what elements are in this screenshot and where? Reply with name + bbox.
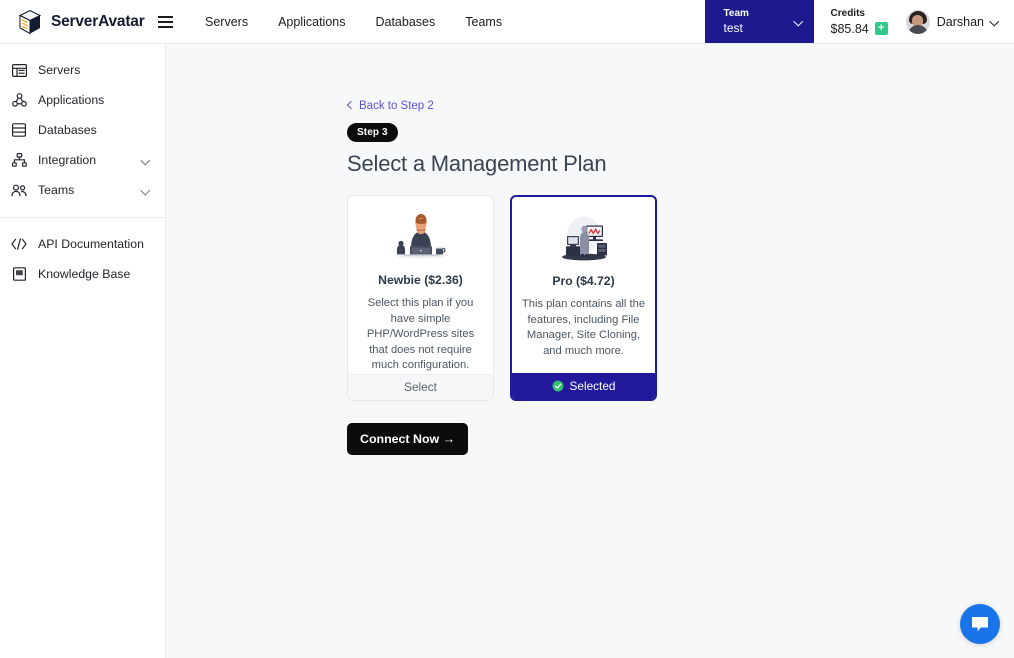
- sidebar-item-label: Databases: [38, 123, 97, 137]
- nav-item-teams[interactable]: Teams: [450, 0, 517, 44]
- app-root: ServerAvatar Servers Applications Databa…: [0, 0, 1014, 658]
- body-wrap: Servers Applications Databases Integrati…: [0, 44, 1014, 658]
- plan-description: This plan contains all the features, inc…: [521, 298, 646, 357]
- plan-cards: Newbie ($2.36) Select this plan if you h…: [347, 195, 1014, 401]
- teams-icon: [11, 182, 27, 198]
- sidebar-item-label: Servers: [38, 63, 81, 77]
- sidebar-item-teams[interactable]: Teams: [0, 175, 165, 205]
- hamburger-icon[interactable]: [148, 0, 182, 44]
- chevron-down-icon: [142, 186, 151, 195]
- plan-name: Newbie ($2.36): [378, 273, 463, 287]
- avatar: [905, 9, 930, 34]
- check-circle-icon: [552, 380, 564, 391]
- header-spacer: [517, 0, 704, 43]
- servers-icon: [11, 62, 27, 78]
- applications-icon: [11, 92, 27, 108]
- plan-card-newbie[interactable]: Newbie ($2.36) Select this plan if you h…: [347, 195, 494, 401]
- pro-plan-illustration-icon: [561, 217, 607, 261]
- databases-icon: [11, 122, 27, 138]
- plan-select-button[interactable]: Select: [348, 373, 493, 400]
- plan-action-label: Select: [404, 380, 437, 394]
- book-icon: [11, 266, 27, 282]
- brand[interactable]: ServerAvatar: [0, 0, 148, 43]
- code-icon: [11, 236, 27, 252]
- nav-item-servers[interactable]: Servers: [190, 0, 263, 44]
- sidebar-item-label: Applications: [38, 93, 105, 107]
- plan-card-pro[interactable]: Pro ($4.72) This plan contains all the f…: [510, 195, 657, 401]
- step-badge: Step 3: [347, 122, 398, 142]
- chevron-down-icon: [991, 17, 1000, 26]
- plan-description: Select this plan if you have simple PHP/…: [366, 297, 475, 371]
- nav-item-databases[interactable]: Databases: [360, 0, 450, 44]
- integration-icon: [11, 152, 27, 168]
- team-selector[interactable]: Team test: [704, 0, 814, 43]
- main-content: Back to Step 2 Step 3 Select a Managemen…: [166, 44, 1014, 658]
- plan-card-body: Pro ($4.72) This plan contains all the f…: [512, 197, 655, 373]
- connect-now-button[interactable]: Connect Now →: [347, 422, 468, 455]
- sidebar-item-knowledge-base[interactable]: Knowledge Base: [0, 259, 165, 289]
- user-menu[interactable]: Darshan: [898, 0, 1014, 43]
- plan-selected-button[interactable]: Selected: [512, 372, 655, 399]
- sidebar-item-label: API Documentation: [38, 237, 144, 251]
- credits-label: Credits: [830, 7, 865, 19]
- user-name: Darshan: [936, 14, 984, 29]
- team-value: test: [723, 21, 743, 35]
- sidebar-divider: [0, 217, 165, 218]
- sidebar-item-label: Integration: [38, 153, 97, 167]
- add-credits-icon[interactable]: +: [874, 22, 888, 35]
- chat-bubble-icon: [972, 616, 988, 632]
- team-label: Team: [723, 8, 749, 19]
- chevron-left-icon: [347, 102, 354, 109]
- top-header: ServerAvatar Servers Applications Databa…: [0, 0, 1014, 44]
- page-title: Select a Management Plan: [347, 151, 607, 176]
- sidebar: Servers Applications Databases Integrati…: [0, 44, 166, 658]
- sidebar-item-servers[interactable]: Servers: [0, 55, 165, 85]
- sidebar-item-databases[interactable]: Databases: [0, 115, 165, 145]
- brand-name: ServerAvatar: [51, 12, 145, 30]
- back-to-step-2-link[interactable]: Back to Step 2: [347, 100, 434, 112]
- plan-name: Pro ($4.72): [552, 274, 615, 288]
- newbie-plan-illustration-icon: [396, 214, 446, 259]
- chevron-down-icon: [142, 156, 151, 165]
- sidebar-item-label: Teams: [38, 183, 75, 197]
- chevron-down-icon: [795, 17, 804, 26]
- nav-item-applications[interactable]: Applications: [263, 0, 360, 44]
- primary-nav: Servers Applications Databases Teams: [190, 0, 517, 43]
- sidebar-item-api-documentation[interactable]: API Documentation: [0, 229, 165, 259]
- sidebar-item-label: Knowledge Base: [38, 267, 131, 281]
- credits-value: $85.84: [830, 21, 869, 36]
- back-link-label: Back to Step 2: [359, 99, 434, 112]
- plan-card-body: Newbie ($2.36) Select this plan if you h…: [348, 196, 493, 374]
- credits-block: Credits $85.84 +: [814, 0, 898, 43]
- sidebar-item-integration[interactable]: Integration: [0, 145, 165, 175]
- chat-widget-button[interactable]: [960, 604, 1000, 644]
- serveravatar-logo-icon: [18, 9, 42, 34]
- sidebar-item-applications[interactable]: Applications: [0, 85, 165, 115]
- plan-action-label: Selected: [569, 378, 616, 393]
